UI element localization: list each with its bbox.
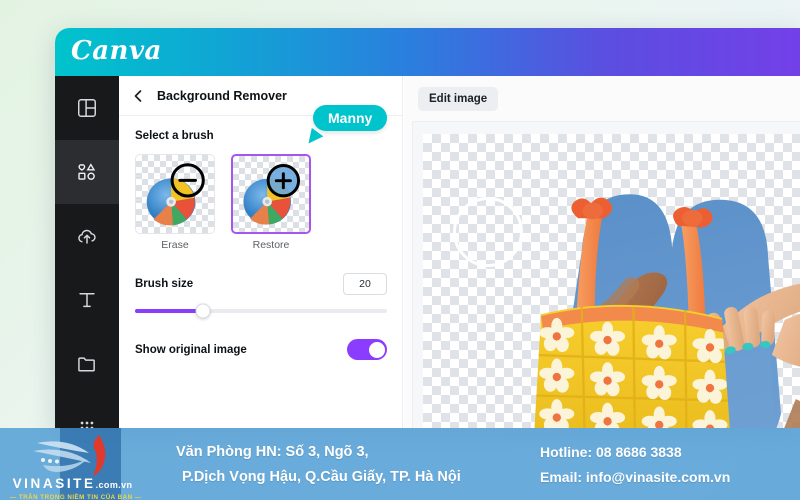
sidebar-item-elements[interactable]	[55, 140, 119, 204]
canvas-frame	[412, 121, 800, 428]
select-a-brush-label: Select a brush	[135, 130, 214, 142]
text-t-icon	[76, 289, 98, 311]
canvas-area: Edit image	[404, 76, 800, 428]
brush-size-input[interactable]: 20	[343, 273, 387, 295]
sidebar-item-uploads[interactable]	[55, 204, 119, 268]
vinasite-slogan: — TRÂN TRỌNG NIỀM TIN CỦA BẠN —	[10, 494, 142, 500]
brush-size-label: Brush size	[135, 278, 194, 290]
left-icon-rail	[55, 76, 119, 428]
app-topbar: Canva	[55, 28, 800, 76]
vinasite-tld: .com.vn	[95, 480, 133, 490]
restore-brush-thumbnail	[231, 154, 311, 234]
canva-logo[interactable]: Canva	[71, 36, 162, 66]
page-title: Background Remover	[157, 88, 287, 103]
brush-option-erase[interactable]: Erase	[135, 154, 215, 251]
show-original-row: Show original image	[135, 339, 387, 360]
sidebar-item-apps[interactable]	[55, 396, 119, 428]
folder-icon	[76, 353, 98, 375]
collaborator-name-label: Manny	[313, 105, 388, 131]
vinasite-wordmark: VINASITE.com.vn — TRÂN TRỌNG NIỀM TIN CỦ…	[10, 475, 142, 500]
brush-size-row: Brush size 20	[135, 273, 387, 295]
grid-apps-icon	[76, 417, 98, 428]
brush-label-erase: Erase	[161, 239, 189, 251]
sidebar-item-projects[interactable]	[55, 332, 119, 396]
footer-banner: VINASITE.com.vn — TRÂN TRỌNG NIỀM TIN CỦ…	[0, 428, 800, 500]
sidebar-item-text[interactable]	[55, 268, 119, 332]
layout-templates-icon	[76, 97, 98, 119]
sidebar-item-design[interactable]	[55, 76, 119, 140]
vinasite-name: VINASITE	[12, 476, 96, 491]
cloud-upload-icon	[76, 225, 98, 247]
brush-option-restore[interactable]: Restore	[231, 154, 311, 251]
vinasite-logo-icon	[19, 433, 124, 478]
toggle-knob	[368, 341, 385, 358]
transparency-checkerboard[interactable]	[423, 134, 800, 428]
brush-label-restore: Restore	[252, 239, 290, 251]
show-original-label: Show original image	[135, 343, 247, 356]
collaborator-cursor: Manny	[308, 105, 388, 147]
slider-thumb[interactable]	[195, 303, 211, 319]
footer-hotline: Hotline: 08 8686 3838	[540, 444, 682, 460]
footer-email: Email: info@vinasite.com.vn	[540, 469, 731, 485]
erase-brush-thumbnail	[135, 154, 215, 234]
panel-divider	[402, 76, 403, 428]
footer-address-line1: Văn Phòng HN: Số 3, Ngõ 3,	[176, 444, 369, 460]
show-original-toggle[interactable]	[347, 339, 387, 360]
edit-image-button[interactable]: Edit image	[418, 87, 499, 111]
brush-options: Erase Restore	[135, 154, 387, 251]
slider-fill	[135, 309, 204, 313]
footer-address: Văn Phòng HN: Số 3, Ngõ 3, P.Dịch Vọng H…	[176, 440, 506, 490]
brush-size-slider[interactable]	[135, 303, 387, 319]
crochet-bag-photo	[531, 194, 800, 428]
chevron-left-icon[interactable]	[131, 88, 145, 104]
footer-contact: Hotline: 08 8686 3838 Email: info@vinasi…	[540, 440, 730, 490]
canva-app-window: Canva Background Remover Select a brush …	[55, 28, 800, 428]
panel-body: Select a brush Erase Restore Brush size …	[119, 116, 403, 360]
footer-address-line2: P.Dịch Vọng Hậu, Q.Cầu Giấy, TP. Hà Nội	[182, 469, 461, 485]
shapes-elements-icon	[76, 161, 98, 183]
